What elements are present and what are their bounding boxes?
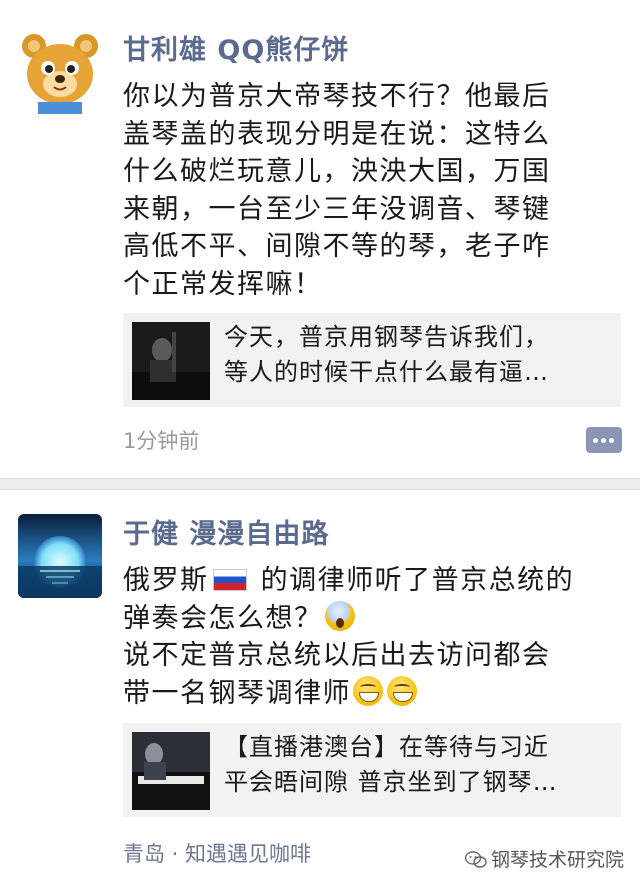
post-text-line: 来朝，一台至少三年没调音、琴键 bbox=[123, 193, 551, 225]
shared-link-card[interactable]: 今天，普京用钢琴告诉我们， 等人的时候干点什么最有逼… bbox=[123, 313, 621, 407]
link-title: 【直播港澳台】在等待与习近 平会晤间隙 普京坐到了钢琴… bbox=[224, 730, 614, 800]
link-title-line: 等人的时候干点什么最有逼… bbox=[224, 358, 549, 386]
russia-flag-icon bbox=[212, 569, 247, 591]
post-text-segment: 的调律师听了普京总统的 bbox=[250, 565, 575, 596]
post-text-line: 高低不平、间隙不等的琴，老子咋 bbox=[123, 231, 551, 262]
link-title-line: 平会晤间隙 普京坐到了钢琴… bbox=[224, 768, 558, 796]
post-text: 俄罗斯 的调律师听了普京总统的 弹奏会怎么想？ 说不定普京总统以后出去访问都会 … bbox=[123, 562, 623, 712]
link-title: 今天，普京用钢琴告诉我们， 等人的时候干点什么最有逼… bbox=[224, 320, 614, 390]
grin-emoji-icon bbox=[387, 675, 417, 706]
post-separator bbox=[0, 478, 640, 490]
piano-news-thumbnail-icon bbox=[132, 732, 210, 810]
author-name[interactable]: 甘利雄 QQ熊仔饼 bbox=[123, 28, 349, 67]
comment-icon[interactable] bbox=[586, 427, 622, 453]
shared-link-card[interactable]: 【直播港澳台】在等待与习近 平会晤间隙 普京坐到了钢琴… bbox=[123, 723, 621, 817]
watermark: 钢琴技术研究院 bbox=[464, 845, 624, 872]
post-text-line: 带一名钢琴调律师 bbox=[123, 675, 623, 713]
post-text: 你以为普京大帝琴技不行？他最后 盖琴盖的表现分明是在说：这特么 什么破烂玩意儿，… bbox=[123, 78, 623, 303]
grin-emoji-icon bbox=[353, 675, 383, 706]
wechat-icon bbox=[464, 851, 487, 868]
post-text-line: 俄罗斯 的调律师听了普京总统的 bbox=[123, 562, 623, 600]
post-text-line: 弹奏会怎么想？ bbox=[123, 600, 623, 638]
watermark-text: 钢琴技术研究院 bbox=[490, 849, 624, 871]
post-text-segment: 俄罗斯 bbox=[123, 565, 209, 596]
avatar[interactable] bbox=[18, 514, 102, 598]
video-thumbnail bbox=[132, 732, 210, 810]
moment-post-2: 于健 漫漫自由路 俄罗斯 的调律师听了普京总统的 弹奏会怎么想？ 说不定普京总统… bbox=[0, 490, 640, 888]
scream-emoji-icon bbox=[324, 600, 355, 631]
piano-player-thumbnail-icon bbox=[132, 322, 210, 400]
teddy-bear-avatar-icon bbox=[18, 30, 102, 114]
post-text-line: 个正常发挥嘛！ bbox=[123, 268, 323, 300]
post-text-segment: 带一名钢琴调律师 bbox=[123, 677, 351, 709]
avatar[interactable] bbox=[18, 30, 102, 114]
post-text-segment: 弹奏会怎么想？ bbox=[123, 602, 323, 634]
link-title-line: 【直播港澳台】在等待与习近 bbox=[224, 733, 549, 761]
post-text-line: 说不定普京总统以后出去访问都会 bbox=[123, 640, 551, 671]
sunset-sea-avatar-icon bbox=[18, 514, 102, 598]
moment-post-1: 甘利雄 QQ熊仔饼 你以为普京大帝琴技不行？他最后 盖琴盖的表现分明是在说：这特… bbox=[0, 0, 640, 478]
post-time: 1分钟前 bbox=[123, 429, 200, 453]
post-text-line: 盖琴盖的表现分明是在说：这特么 bbox=[123, 118, 551, 150]
post-text-line: 你以为普京大帝琴技不行？他最后 bbox=[123, 81, 551, 112]
post-location[interactable]: 青岛 · 知遇遇见咖啡 bbox=[123, 838, 311, 868]
post-text-line: 什么破烂玩意儿，泱泱大国，万国 bbox=[123, 156, 551, 187]
author-name[interactable]: 于健 漫漫自由路 bbox=[123, 512, 329, 551]
link-title-line: 今天，普京用钢琴告诉我们， bbox=[224, 323, 549, 351]
video-thumbnail bbox=[132, 322, 210, 400]
